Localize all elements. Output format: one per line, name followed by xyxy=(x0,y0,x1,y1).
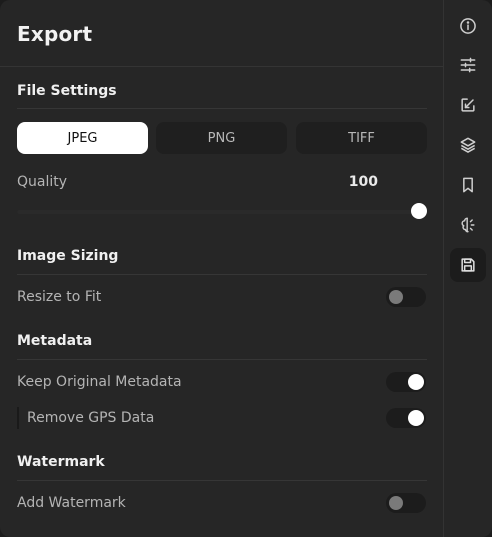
toggle-knob xyxy=(408,410,424,426)
adjustments-button[interactable] xyxy=(450,48,486,82)
info-button[interactable] xyxy=(450,9,486,43)
section-title-file-settings: File Settings xyxy=(17,83,117,99)
add-watermark-toggle[interactable] xyxy=(386,493,426,513)
keep-metadata-toggle[interactable] xyxy=(386,372,426,392)
toggle-knob xyxy=(408,374,424,390)
save-icon xyxy=(461,258,475,272)
layers-icon xyxy=(460,137,476,153)
section-divider xyxy=(17,274,427,275)
export-panel: Export File Settings JPEG PNG TIFF Quali… xyxy=(0,0,444,537)
format-option-jpeg[interactable]: JPEG xyxy=(17,122,148,154)
remove-gps-label: Remove GPS Data xyxy=(27,410,155,426)
section-title-metadata: Metadata xyxy=(17,333,93,349)
keep-metadata-label: Keep Original Metadata xyxy=(17,374,182,390)
remove-gps-toggle[interactable] xyxy=(386,408,426,428)
section-divider xyxy=(17,480,427,481)
ai-tools-button[interactable] xyxy=(450,208,486,242)
info-icon xyxy=(460,18,476,34)
header-divider xyxy=(0,66,443,67)
format-option-tiff[interactable]: TIFF xyxy=(296,122,427,154)
quality-slider-thumb[interactable] xyxy=(411,203,427,219)
section-divider xyxy=(17,359,427,360)
quality-value: 100 xyxy=(348,174,378,190)
format-option-png[interactable]: PNG xyxy=(156,122,287,154)
section-title-watermark: Watermark xyxy=(17,454,105,470)
indent-marker xyxy=(17,407,19,429)
save-button[interactable] xyxy=(450,248,486,282)
section-divider xyxy=(17,108,427,109)
bookmark-icon xyxy=(463,177,473,193)
quality-label: Quality xyxy=(17,174,68,190)
toggle-knob xyxy=(389,496,403,510)
adjustments-icon xyxy=(460,57,476,73)
resize-to-fit-label: Resize to Fit xyxy=(17,289,102,305)
bookmark-button[interactable] xyxy=(450,168,486,202)
quality-slider-fill xyxy=(17,210,419,214)
layers-button[interactable] xyxy=(450,128,486,162)
export-button[interactable] xyxy=(450,88,486,122)
resize-to-fit-toggle[interactable] xyxy=(386,287,426,307)
export-icon xyxy=(461,98,475,112)
panel-title: Export xyxy=(17,22,93,46)
toggle-knob xyxy=(389,290,403,304)
add-watermark-label: Add Watermark xyxy=(17,495,126,511)
ai-brain-icon xyxy=(461,217,475,233)
quality-slider-track[interactable] xyxy=(17,210,419,214)
tool-rail xyxy=(444,0,492,537)
section-title-image-sizing: Image Sizing xyxy=(17,248,119,264)
export-window: Export File Settings JPEG PNG TIFF Quali… xyxy=(0,0,492,537)
